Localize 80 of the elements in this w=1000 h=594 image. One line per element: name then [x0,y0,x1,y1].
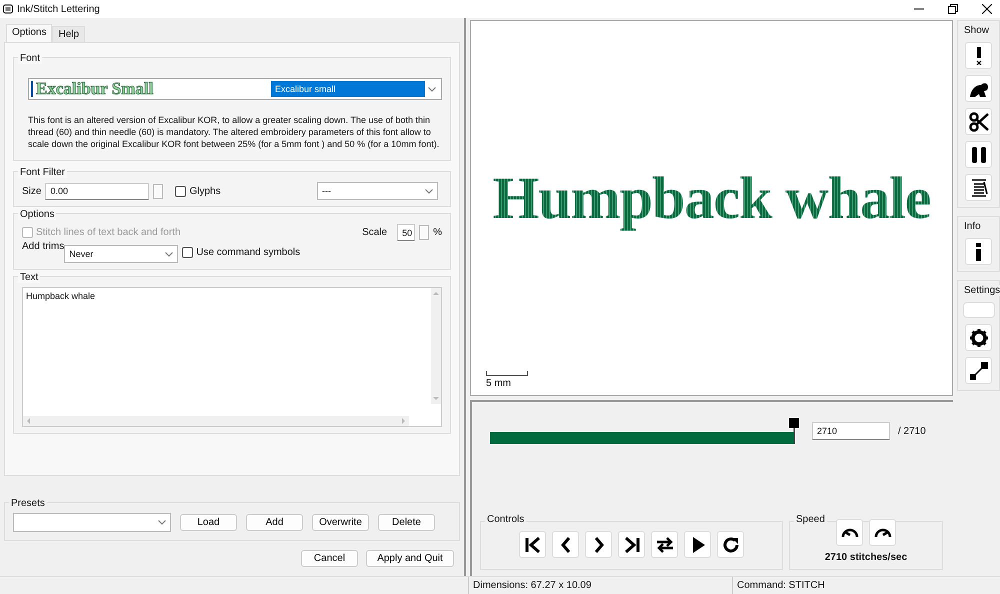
next-button[interactable] [585,531,612,558]
group-title: Show [962,25,992,36]
warning-icon [974,46,982,64]
swap-arrows-button[interactable] [651,531,678,558]
group-title: Font [18,53,42,64]
size-field[interactable]: 0.00 [45,182,150,200]
window-title: Ink/Stitch Lettering [17,4,100,14]
scissors-icon [968,112,988,132]
gear-icon [968,328,988,348]
gear-button[interactable] [965,324,992,351]
field-label: Add trims [22,241,64,252]
unit-label: % [433,227,442,238]
status-text: Dimensions: 67.27 x 10.09 [468,577,732,594]
swap-arrows-icon [654,534,674,554]
font-dropdown[interactable]: Excalibur Small Excalibur small [28,78,442,100]
checkbox-label: Stitch lines of text back and forth [36,227,181,238]
refresh-icon [720,534,740,554]
dropdown-value: --- [322,186,331,196]
stitch-total: / 2710 [898,426,926,436]
first-stitch-button[interactable] [519,531,546,558]
group-title: Speed [794,514,827,525]
previous-button[interactable] [552,531,579,558]
slider-thumb[interactable] [789,418,799,444]
stitch-slider[interactable] [490,418,800,444]
blank-field[interactable] [962,302,994,318]
checkbox-label: Glyphs [189,186,221,196]
preset-button[interactable]: Add [246,514,303,531]
group-title: Text [18,272,40,283]
group-title: Settings [962,285,1000,296]
fast-gauge-button[interactable] [869,519,896,546]
last-stitch-button[interactable] [618,531,645,558]
scale-label: 5 mm [486,378,512,389]
filter-dropdown[interactable]: --- [317,182,438,200]
slow-gauge-button[interactable] [836,519,863,546]
group-title: Options [18,209,56,220]
checkbox[interactable] [182,247,194,258]
tab[interactable]: Options [6,24,52,42]
preset-button[interactable]: Delete [378,514,435,531]
font-description: This font is an altered version of Excalibur KOR, to allow a greater scaling down. The use of both thin thread (60) and thin needle (60) is mandatory. The altered embroidery parameters of this font allow to scale down the original Excalibur KOR font between 25% (for a 5mm font ) and 50 % (for a 10mm font). [28,114,440,150]
thread-spool-button[interactable] [965,174,992,201]
resize-arrow-icon [968,360,988,380]
field-label: Scale [362,227,388,238]
dropdown-caret-icon [158,520,166,525]
text-value: Humpback whale [25,290,96,303]
scale-field[interactable]: 50 [397,224,416,241]
first-stitch-icon [522,534,542,554]
dropdown-caret-icon [425,188,433,194]
status-text: Command: STITCH [732,577,1000,594]
group-title: Controls [485,514,526,525]
app-icon [3,4,13,14]
group-title: Font Filter [18,167,68,178]
scissors-button[interactable] [965,108,992,135]
refresh-button[interactable] [717,531,744,558]
tab[interactable]: Help [52,26,86,42]
dialog-button[interactable]: Cancel [301,550,358,567]
checkbox-label: Use command symbols [196,247,300,258]
group-title: Presets [9,498,47,509]
dialog-button[interactable]: Apply and Quit [366,550,454,567]
info-icon [976,242,981,260]
dropdown-value: Never [69,249,94,259]
preset-button[interactable]: Load [180,514,237,531]
field-label: Size [22,186,42,196]
checkbox[interactable] [175,186,186,196]
restore-icon [948,4,958,14]
font-name: Excalibur small [271,81,425,97]
group-title: Info [962,221,983,232]
trims-dropdown[interactable]: Never [64,245,178,263]
speed-reading: 2710 stitches/sec [824,552,908,563]
preset-button[interactable]: Overwrite [312,514,369,531]
resize-arrow-button[interactable] [965,357,992,384]
scale-bar [486,371,528,376]
dropdown-caret-icon [428,86,436,92]
warning-button[interactable] [965,42,992,69]
stitch-number-field[interactable]: 2710 [812,422,890,440]
play-button[interactable] [684,531,711,558]
text-input[interactable]: Humpback whale [22,287,442,427]
pause-button[interactable] [965,141,992,168]
info-button[interactable] [965,238,992,265]
close-icon [982,4,992,14]
dropdown-caret-icon [165,252,174,256]
